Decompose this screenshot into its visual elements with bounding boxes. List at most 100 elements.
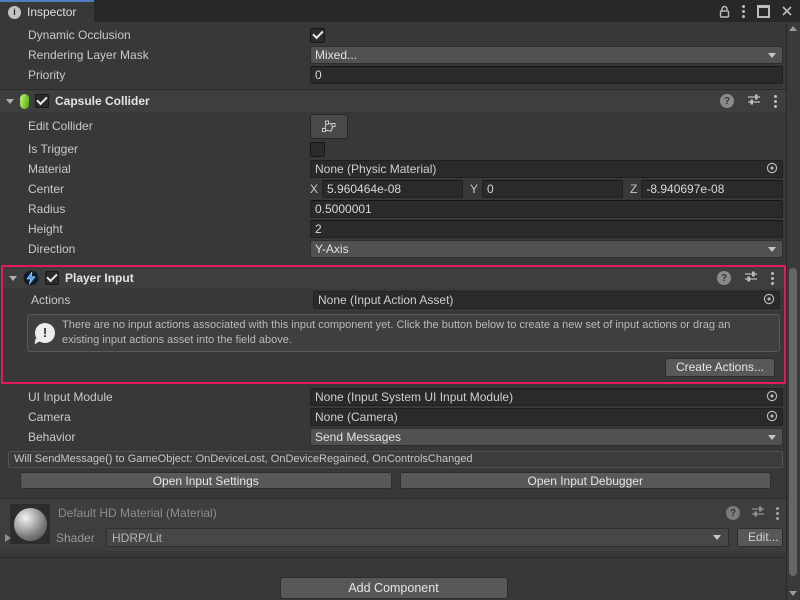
help-icon[interactable]: ? bbox=[717, 271, 731, 285]
center-z-axis-label: Z bbox=[630, 182, 637, 196]
create-actions-button[interactable]: Create Actions... bbox=[665, 358, 775, 377]
row-edit-collider: Edit Collider bbox=[0, 113, 787, 139]
row-direction: Direction Y-Axis bbox=[0, 239, 787, 259]
send-message-info-box: Will SendMessage() to GameObject: OnDevi… bbox=[8, 451, 783, 468]
inspector-panel: Dynamic Occlusion Rendering Layer Mask M… bbox=[0, 22, 787, 600]
material-value: None (Physic Material) bbox=[315, 161, 765, 177]
component-menu-icon[interactable] bbox=[771, 277, 774, 280]
row-radius: Radius 0.5000001 bbox=[0, 199, 787, 219]
behavior-dropdown[interactable]: Send Messages bbox=[310, 428, 783, 446]
shader-label: Shader bbox=[56, 531, 98, 545]
rendering-layer-mask-value: Mixed... bbox=[315, 47, 766, 63]
direction-dropdown[interactable]: Y-Axis bbox=[310, 240, 783, 258]
camera-value: None (Camera) bbox=[315, 409, 765, 425]
center-label: Center bbox=[0, 182, 310, 196]
window-menu-icon[interactable] bbox=[742, 10, 745, 13]
material-object-field[interactable]: None (Physic Material) bbox=[310, 160, 783, 178]
actions-label: Actions bbox=[3, 293, 313, 307]
priority-label: Priority bbox=[0, 68, 310, 82]
info-icon: i bbox=[8, 6, 21, 19]
radius-label: Radius bbox=[0, 202, 310, 216]
lock-icon[interactable] bbox=[719, 5, 730, 18]
direction-value: Y-Axis bbox=[315, 241, 766, 257]
height-field[interactable]: 2 bbox=[310, 220, 783, 238]
is-trigger-checkbox[interactable] bbox=[310, 142, 325, 157]
scrollbar-down-arrow-icon[interactable] bbox=[789, 591, 797, 596]
player-input-enabled-checkbox[interactable] bbox=[45, 271, 59, 285]
priority-field[interactable]: 0 bbox=[310, 66, 783, 84]
foldout-open-icon[interactable] bbox=[9, 276, 17, 281]
tab-title: Inspector bbox=[27, 5, 76, 19]
actions-object-field[interactable]: None (Input Action Asset) bbox=[313, 291, 780, 309]
edit-collider-label: Edit Collider bbox=[0, 119, 310, 133]
component-menu-icon[interactable] bbox=[776, 512, 779, 515]
shader-edit-button[interactable]: Edit... bbox=[737, 528, 783, 547]
center-x-field[interactable]: 5.960464e-08 bbox=[322, 180, 463, 198]
component-menu-icon[interactable] bbox=[774, 100, 777, 103]
direction-label: Direction bbox=[0, 242, 310, 256]
shader-dropdown[interactable]: HDRP/Lit bbox=[106, 528, 729, 547]
row-material: Material None (Physic Material) bbox=[0, 159, 787, 179]
chevron-down-icon bbox=[768, 53, 776, 58]
foldout-open-icon[interactable] bbox=[6, 99, 14, 104]
dynamic-occlusion-checkbox[interactable] bbox=[310, 28, 325, 43]
edit-collider-button[interactable] bbox=[310, 114, 348, 139]
material-preview[interactable] bbox=[10, 504, 50, 544]
ui-input-module-object-field[interactable]: None (Input System UI Input Module) bbox=[310, 388, 783, 406]
object-picker-icon[interactable] bbox=[765, 161, 779, 178]
presets-icon[interactable] bbox=[747, 93, 761, 109]
vertical-scrollbar[interactable] bbox=[786, 22, 800, 600]
close-icon[interactable] bbox=[782, 6, 792, 16]
player-input-header[interactable]: Player Input ? bbox=[3, 267, 784, 290]
row-behavior: Behavior Send Messages bbox=[0, 427, 787, 447]
maximize-icon[interactable] bbox=[757, 5, 770, 18]
material-sphere-icon bbox=[14, 508, 47, 541]
ui-input-module-value: None (Input System UI Input Module) bbox=[315, 389, 765, 405]
center-y-field[interactable]: 0 bbox=[482, 180, 623, 198]
behavior-label: Behavior bbox=[0, 430, 310, 444]
center-z-field[interactable]: -8.940697e-08 bbox=[641, 180, 783, 198]
row-priority: Priority 0 bbox=[0, 65, 787, 85]
row-camera: Camera None (Camera) bbox=[0, 407, 787, 427]
object-picker-icon[interactable] bbox=[765, 389, 779, 406]
window-tab-bar: i Inspector bbox=[0, 0, 800, 22]
chevron-down-icon bbox=[768, 247, 776, 252]
is-trigger-label: Is Trigger bbox=[0, 142, 310, 156]
row-dynamic-occlusion: Dynamic Occlusion bbox=[0, 25, 787, 45]
add-component-button[interactable]: Add Component bbox=[280, 577, 508, 599]
edit-collider-icon bbox=[320, 119, 338, 134]
help-icon[interactable]: ? bbox=[720, 94, 734, 108]
rendering-layer-mask-dropdown[interactable]: Mixed... bbox=[310, 46, 783, 64]
capsule-collider-title: Capsule Collider bbox=[55, 94, 150, 108]
scrollbar-thumb[interactable] bbox=[789, 268, 797, 576]
presets-icon[interactable] bbox=[751, 505, 765, 521]
capsule-collider-header[interactable]: Capsule Collider ? bbox=[0, 89, 787, 113]
camera-label: Camera bbox=[0, 410, 310, 424]
dynamic-occlusion-label: Dynamic Occlusion bbox=[0, 28, 310, 42]
capsule-collider-icon bbox=[20, 94, 29, 109]
object-picker-icon[interactable] bbox=[765, 409, 779, 426]
help-icon[interactable]: ? bbox=[726, 506, 740, 520]
scrollbar-up-arrow-icon[interactable] bbox=[789, 26, 797, 31]
player-input-highlight: Player Input ? Actions None (Input Actio… bbox=[1, 265, 786, 384]
row-height: Height 2 bbox=[0, 219, 787, 239]
chevron-down-icon bbox=[768, 435, 776, 440]
open-input-settings-button[interactable]: Open Input Settings bbox=[20, 472, 392, 489]
row-rendering-layer-mask: Rendering Layer Mask Mixed... bbox=[0, 45, 787, 65]
foldout-closed-icon[interactable] bbox=[5, 534, 11, 542]
ui-input-module-label: UI Input Module bbox=[0, 390, 310, 404]
open-input-debugger-button[interactable]: Open Input Debugger bbox=[400, 472, 772, 489]
chevron-down-icon bbox=[713, 535, 721, 540]
capsule-collider-enabled-checkbox[interactable] bbox=[35, 94, 49, 108]
presets-icon[interactable] bbox=[744, 270, 758, 286]
player-input-icon bbox=[23, 270, 39, 286]
material-title: Default HD Material (Material) bbox=[58, 506, 217, 520]
radius-field[interactable]: 0.5000001 bbox=[310, 200, 783, 218]
center-x-axis-label: X bbox=[310, 182, 318, 196]
object-picker-icon[interactable] bbox=[762, 292, 776, 309]
camera-object-field[interactable]: None (Camera) bbox=[310, 408, 783, 426]
center-y-axis-label: Y bbox=[470, 182, 478, 196]
tab-inspector[interactable]: i Inspector bbox=[0, 0, 94, 22]
no-actions-helpbox: ! There are no input actions associated … bbox=[27, 314, 780, 352]
actions-value: None (Input Action Asset) bbox=[318, 292, 762, 308]
